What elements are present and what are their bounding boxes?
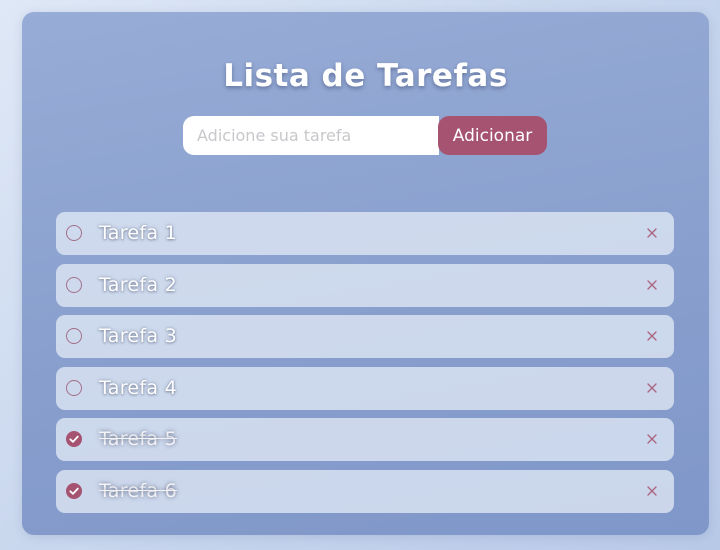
close-icon[interactable] [644, 431, 660, 447]
check-circle-icon[interactable] [66, 482, 82, 499]
circle-icon[interactable] [66, 276, 82, 293]
todo-card: Lista de Tarefas Adicionar Tarefa 1 Tare… [22, 12, 709, 535]
task-item[interactable]: Tarefa 1 [56, 212, 674, 255]
close-icon[interactable] [644, 380, 660, 396]
circle-icon[interactable] [66, 379, 82, 396]
add-task-button[interactable]: Adicionar [438, 116, 547, 155]
task-item[interactable]: Tarefa 2 [56, 263, 674, 307]
task-item[interactable]: Tarefa 6 [56, 469, 674, 513]
close-icon[interactable] [644, 483, 660, 499]
task-list: Tarefa 1 Tarefa 2 Tarefa 3 Tarefa 4 Tare… [56, 212, 674, 522]
task-item[interactable]: Tarefa 3 [56, 315, 674, 359]
task-label: Tarefa 3 [99, 325, 178, 348]
task-label: Tarefa 6 [99, 479, 178, 502]
task-item[interactable]: Tarefa 4 [56, 366, 674, 410]
task-label: Tarefa 5 [99, 428, 178, 451]
close-icon[interactable] [644, 225, 660, 241]
close-icon[interactable] [644, 328, 660, 344]
close-icon[interactable] [644, 277, 660, 293]
task-label: Tarefa 2 [99, 273, 178, 296]
task-input[interactable] [183, 116, 439, 155]
task-label: Tarefa 4 [99, 376, 178, 399]
check-circle-icon[interactable] [66, 431, 82, 448]
task-label: Tarefa 1 [99, 222, 178, 244]
page-title: Lista de Tarefas [223, 58, 508, 94]
circle-icon[interactable] [66, 225, 82, 241]
circle-icon[interactable] [66, 328, 82, 345]
add-task-form: Adicionar [183, 116, 548, 155]
task-item[interactable]: Tarefa 5 [56, 418, 674, 462]
